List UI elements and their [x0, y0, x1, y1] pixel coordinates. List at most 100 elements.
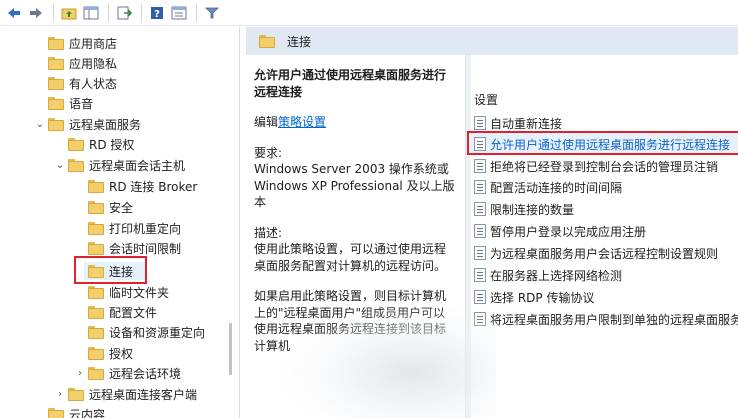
- setting-label: 在服务器上选择网络检测: [490, 268, 623, 283]
- tree-item-label: 远程桌面会话主机: [89, 158, 186, 173]
- requirements-block: 要求: Windows Server 2003 操作系统或 Windows XP…: [254, 145, 456, 211]
- tree-item-licensing[interactable]: 授权: [88, 343, 133, 363]
- policy-setting-icon: [474, 246, 486, 260]
- tree-item-app-privacy[interactable]: 应用隐私: [48, 53, 117, 73]
- folder-icon: [48, 36, 64, 50]
- toolbar-separator: [196, 3, 197, 22]
- folder-icon: [259, 34, 275, 48]
- setting-label: 将远程桌面服务用户限制到单独的远程桌面服务会话: [490, 312, 738, 327]
- tree-item-label: 临时文件夹: [109, 285, 170, 300]
- edit-policy-link[interactable]: 策略设置: [278, 115, 326, 129]
- setting-label: 拒绝将已经登录到控制台会话的管理员注销: [490, 159, 719, 174]
- tree-item-label: 配置文件: [109, 305, 158, 320]
- setting-row-remote-control-rules[interactable]: 为远程桌面服务用户会话远程控制设置规则: [474, 243, 718, 263]
- folder-icon: [68, 137, 84, 151]
- setting-row-keep-alive-interval[interactable]: 配置活动连接的时间间隔: [474, 177, 622, 197]
- tree-item-label: 会话时间限制: [109, 241, 182, 256]
- folder-icon: [48, 96, 64, 110]
- chevron-down-icon[interactable]: ⌄: [54, 155, 66, 175]
- setting-label: 配置活动连接的时间间隔: [490, 180, 623, 195]
- filter-icon[interactable]: [202, 3, 222, 23]
- toolbar: ?: [0, 0, 738, 26]
- edit-policy-line: 编辑策略设置: [254, 114, 456, 131]
- policy-setting-icon: [474, 224, 486, 238]
- tree-item-profiles[interactable]: 配置文件: [88, 302, 157, 322]
- setting-row-suspend-sign-in[interactable]: 暂停用户登录以完成应用注册: [474, 221, 646, 241]
- policy-tree: 应用商店 应用隐私 有人状态 语音 ⌄ 远程桌面服务 RD 授权 ⌄ 远程桌面会…: [0, 27, 240, 418]
- show-hide-tree-icon[interactable]: [81, 3, 101, 23]
- details-header: 连接: [246, 27, 738, 55]
- tree-scrollbar-thumb[interactable]: [229, 323, 232, 375]
- edit-prefix: 编辑: [254, 115, 279, 129]
- tree-item-app-store[interactable]: 应用商店: [48, 33, 117, 53]
- tree-item-label: RD 授权: [89, 137, 135, 152]
- toolbar-separator: [141, 3, 142, 22]
- tree-selection-annotation: [74, 256, 147, 284]
- tree-item-label: 远程会话环境: [109, 366, 182, 381]
- folder-icon: [88, 179, 104, 193]
- setting-label: 为远程桌面服务用户会话远程控制设置规则: [490, 246, 719, 261]
- tree-item-cloud-content[interactable]: 云内容: [48, 404, 105, 418]
- policy-title: 允许用户通过使用远程桌面服务进行远程连接: [254, 68, 447, 99]
- folder-icon: [88, 325, 104, 339]
- policy-setting-icon: [474, 268, 486, 282]
- chevron-down-icon[interactable]: ⌄: [34, 114, 46, 134]
- tree-item-temporary-folders[interactable]: 临时文件夹: [88, 282, 169, 302]
- settings-column-header[interactable]: 设置: [474, 91, 498, 108]
- tree-item-label: 远程桌面服务: [69, 117, 142, 132]
- tree-item-remote-desktop-services[interactable]: ⌄ 远程桌面服务: [34, 114, 141, 134]
- setting-row-rdp-transport[interactable]: 选择 RDP 传输协议: [474, 287, 594, 307]
- folder-icon: [88, 366, 104, 380]
- folder-icon: [88, 305, 104, 319]
- setting-row-network-detection[interactable]: 在服务器上选择网络检测: [474, 265, 622, 285]
- folder-icon: [48, 407, 64, 418]
- up-folder-icon[interactable]: [59, 3, 79, 23]
- tree-item-presence[interactable]: 有人状态: [48, 73, 117, 93]
- toolbar-separator: [108, 3, 109, 22]
- tree-item-speech[interactable]: 语音: [48, 93, 93, 113]
- chevron-right-icon[interactable]: ›: [74, 363, 86, 383]
- tree-item-rd-licensing[interactable]: RD 授权: [68, 134, 134, 154]
- details-pane: 连接 允许用户通过使用远程桌面服务进行远程连接 编辑策略设置 要求: Windo…: [246, 27, 738, 418]
- back-icon[interactable]: [4, 3, 24, 23]
- policy-setting-icon: [474, 159, 486, 173]
- setting-selection-annotation: [467, 131, 738, 155]
- tree-item-label: RD 连接 Broker: [109, 179, 198, 194]
- setting-row-deny-logoff-admin[interactable]: 拒绝将已经登录到控制台会话的管理员注销: [474, 156, 718, 176]
- setting-row-limit-connections[interactable]: 限制连接的数量: [474, 199, 574, 219]
- tree-item-label: 打印机重定向: [109, 221, 182, 236]
- tree-item-session-time-limits[interactable]: 会话时间限制: [88, 238, 181, 258]
- tree-item-label: 有人状态: [69, 76, 118, 91]
- description-label: 描述:: [254, 225, 283, 240]
- folder-open-icon: [48, 117, 64, 131]
- folder-icon: [48, 76, 64, 90]
- description-text: 使用此策略设置，可以通过使用远程桌面服务配置对计算机的远程访问。: [254, 242, 447, 273]
- policy-setting-icon: [474, 180, 486, 194]
- properties-icon[interactable]: [169, 3, 189, 23]
- requirements-text: Windows Server 2003 操作系统或 Windows XP Pro…: [254, 162, 455, 209]
- policy-setting-icon: [474, 116, 486, 130]
- folder-icon: [88, 241, 104, 255]
- tree-item-device-redirection[interactable]: 设备和资源重定向: [88, 322, 205, 342]
- folder-icon: [68, 387, 84, 401]
- settings-list: 设置 自动重新连接 允许用户通过使用远程桌面服务进行远程连接 拒绝将已经登录到控…: [467, 55, 738, 418]
- export-icon[interactable]: [114, 3, 134, 23]
- tree-item-remote-session-environment[interactable]: › 远程会话环境: [74, 363, 181, 383]
- forward-icon[interactable]: [26, 3, 46, 23]
- setting-row-single-session[interactable]: 将远程桌面服务用户限制到单独的远程桌面服务会话: [474, 309, 738, 329]
- folder-icon: [88, 200, 104, 214]
- setting-row-auto-reconnect[interactable]: 自动重新连接: [474, 113, 562, 133]
- tree-item-label: 应用商店: [69, 36, 118, 51]
- help-icon[interactable]: ?: [147, 3, 167, 23]
- requirements-label: 要求:: [254, 145, 283, 160]
- folder-icon: [48, 56, 64, 70]
- tree-item-printer-redirection[interactable]: 打印机重定向: [88, 218, 181, 238]
- chevron-right-icon[interactable]: ›: [54, 384, 66, 404]
- tree-item-rd-connection-client[interactable]: › 远程桌面连接客户端: [54, 384, 197, 404]
- setting-label: 暂停用户登录以完成应用注册: [490, 224, 647, 239]
- tree-item-rd-connection-broker[interactable]: RD 连接 Broker: [88, 176, 197, 196]
- description-block: 描述: 使用此策略设置，可以通过使用远程桌面服务配置对计算机的远程访问。: [254, 225, 456, 275]
- folder-open-icon: [68, 158, 84, 172]
- tree-item-rd-session-host[interactable]: ⌄ 远程桌面会话主机: [54, 155, 185, 175]
- tree-item-security[interactable]: 安全: [88, 197, 133, 217]
